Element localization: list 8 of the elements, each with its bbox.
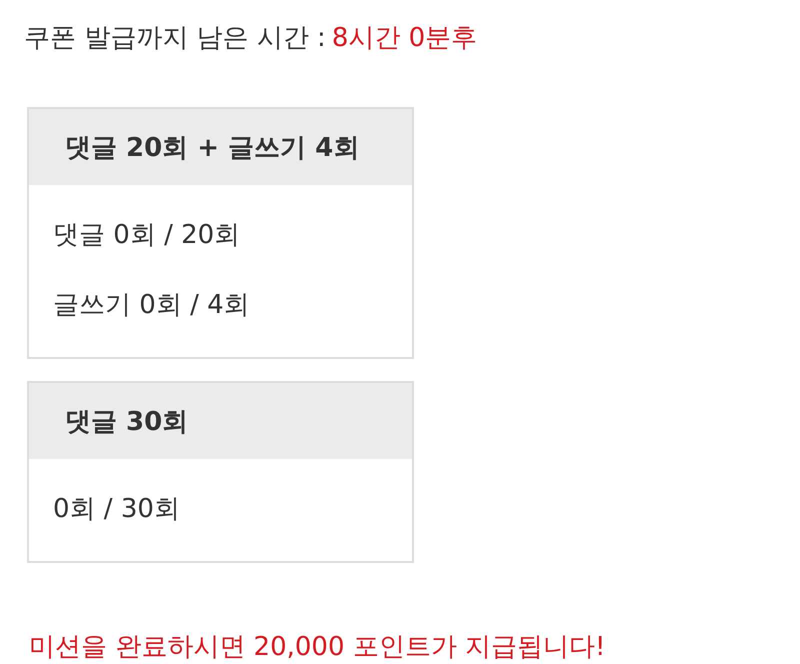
- mission-count-text: 글쓰기 0회 / 4회: [53, 289, 251, 322]
- countdown-label: 쿠폰 발급까지 남은 시간 :: [24, 22, 326, 55]
- mission-count-text: 댓글 0회 / 20회: [53, 219, 242, 252]
- mission-title: 댓글 20회 + 글쓰기 4회: [29, 109, 412, 185]
- mission-title: 댓글 30회: [29, 383, 412, 459]
- mission-count-text: 0회 / 30회: [53, 493, 181, 526]
- reward-notice: 미션을 완료하시면 20,000 포인트가 지급됩니다!: [29, 631, 606, 664]
- countdown-value: 8시간 0분후: [332, 22, 478, 55]
